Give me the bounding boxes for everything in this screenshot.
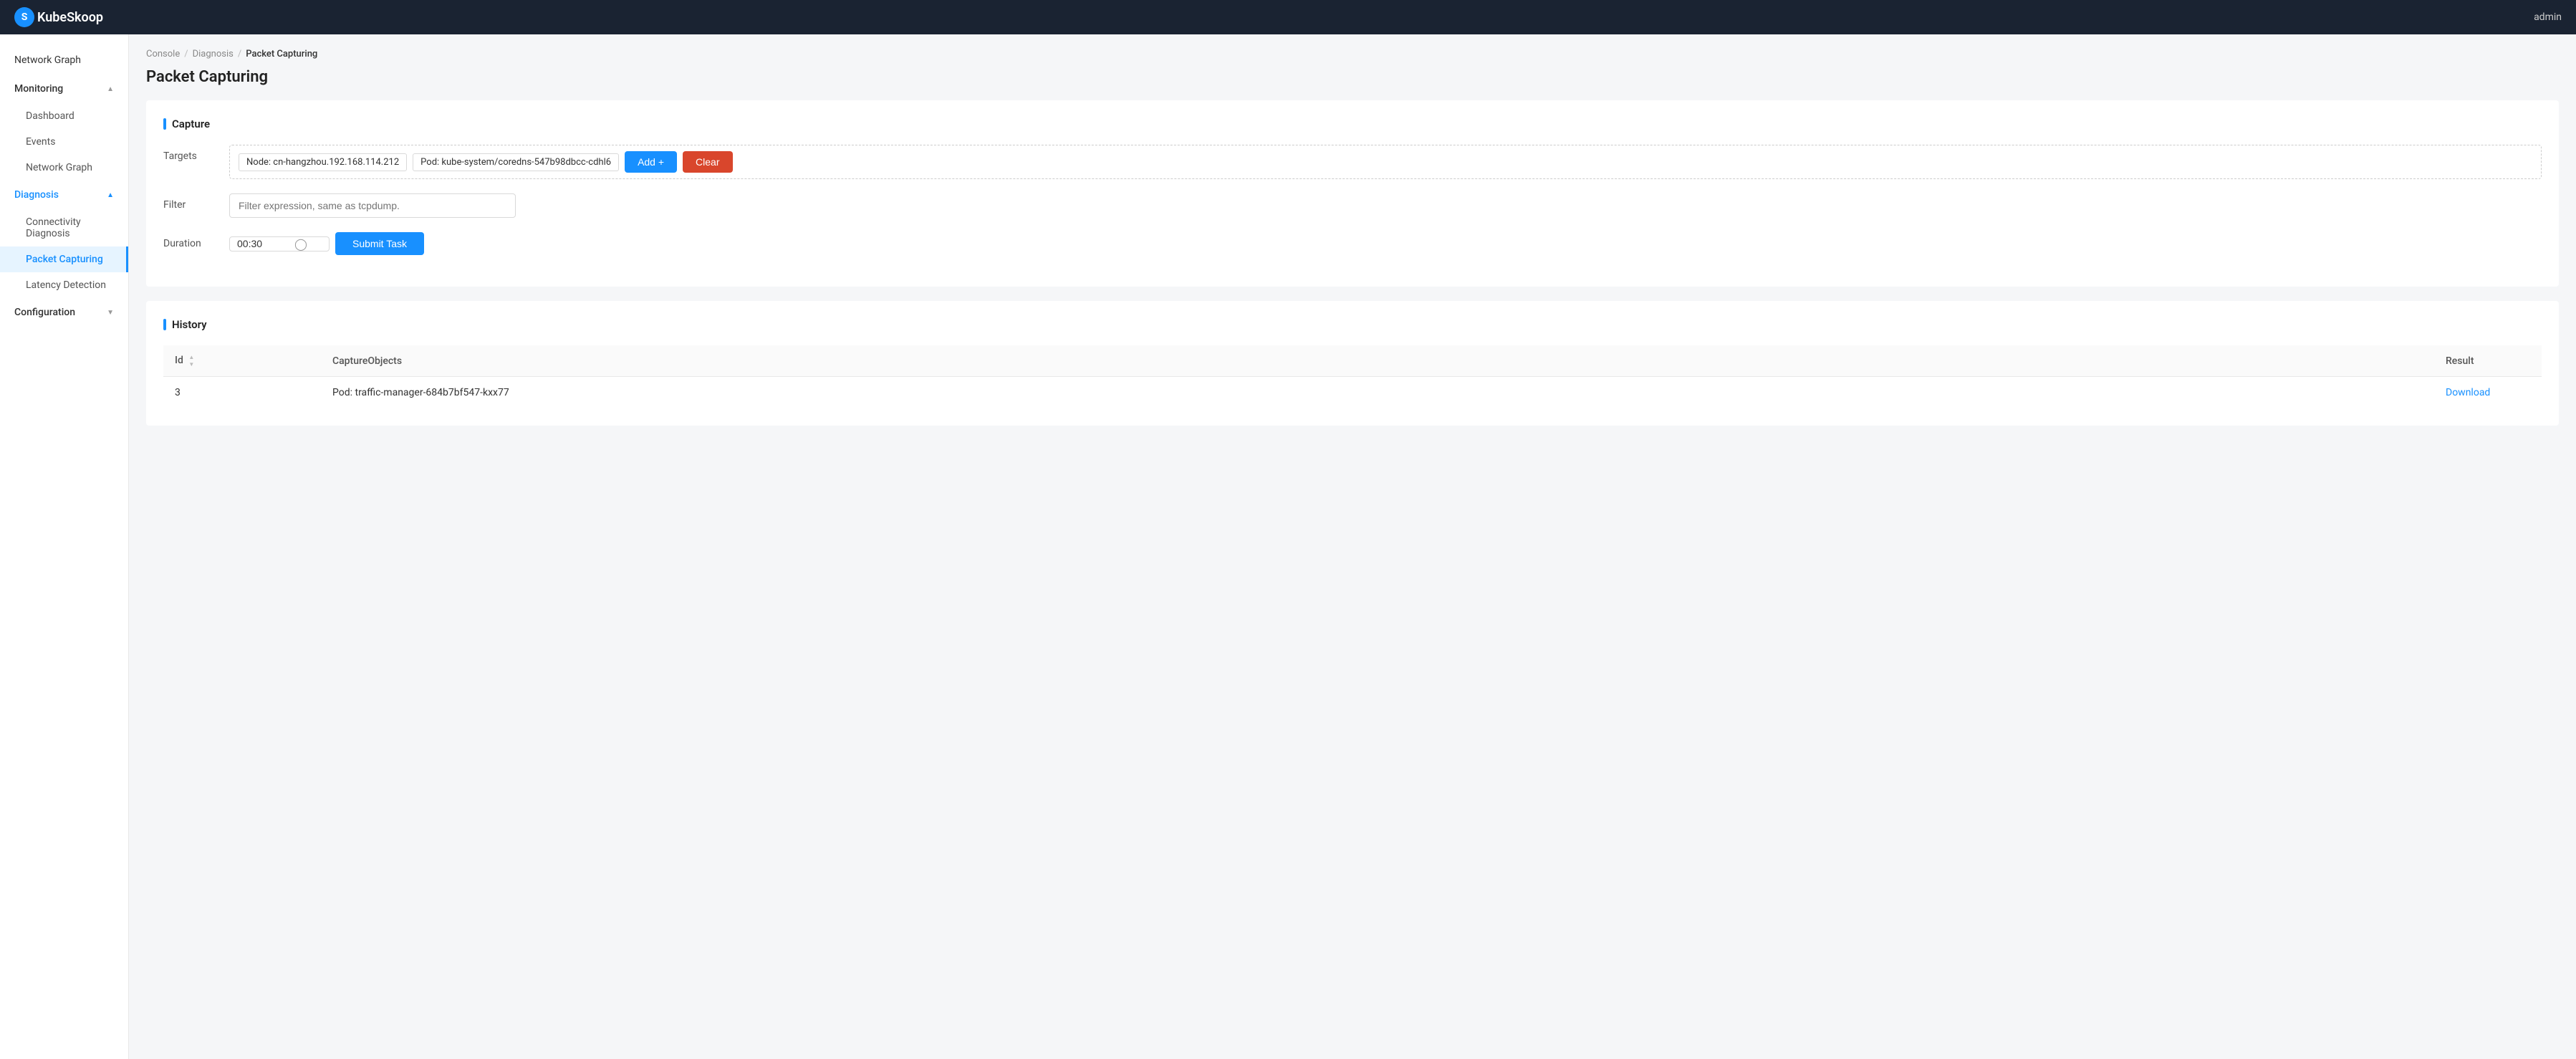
sidebar-item-events[interactable]: Events [0, 129, 128, 155]
target-tag-0: Node: cn-hangzhou.192.168.114.212 [239, 153, 407, 171]
user-label: admin [2534, 11, 2562, 23]
sidebar-label: Latency Detection [26, 279, 106, 291]
page-title: Packet Capturing [146, 68, 2559, 86]
table-row: 3 Pod: traffic-manager-684b7bf547-kxx77 … [163, 377, 2542, 409]
chevron-up-icon [107, 191, 114, 199]
history-card: History Id ▲ ▼ CaptureObjects [146, 301, 2559, 426]
filter-control [229, 193, 2542, 218]
filter-label: Filter [163, 193, 221, 211]
col-capture-objects-label: CaptureObjects [332, 355, 402, 367]
sort-icon-id[interactable]: ▲ ▼ [188, 354, 194, 368]
sidebar-label: Network Graph [26, 162, 92, 173]
target-tag-1: Pod: kube-system/coredns-547b98dbcc-cdhl… [413, 153, 619, 171]
targets-control: Node: cn-hangzhou.192.168.114.212 Pod: k… [229, 145, 2542, 179]
logo-icon: S [14, 7, 34, 27]
breadcrumb-console[interactable]: Console [146, 49, 180, 59]
download-link[interactable]: Download [2446, 387, 2490, 398]
cell-result: Download [2434, 377, 2542, 409]
app-logo: S KubeSkoop [14, 7, 103, 27]
sidebar-item-dashboard[interactable]: Dashboard [0, 103, 128, 129]
breadcrumb-sep-2: / [238, 49, 241, 59]
sidebar-label: Configuration [14, 307, 75, 318]
table-body: 3 Pod: traffic-manager-684b7bf547-kxx77 … [163, 377, 2542, 409]
sidebar-label: Monitoring [14, 83, 63, 95]
app-title: KubeSkoop [37, 10, 103, 25]
sidebar-label: Network Graph [14, 54, 81, 66]
main-content: Console / Diagnosis / Packet Capturing P… [129, 34, 2576, 1059]
chevron-up-icon [107, 85, 114, 93]
targets-row: Targets Node: cn-hangzhou.192.168.114.21… [163, 145, 2542, 179]
sidebar-label: Packet Capturing [26, 254, 103, 265]
submit-task-button[interactable]: Submit Task [335, 232, 424, 255]
sidebar-label: Connectivity Diagnosis [26, 216, 81, 239]
col-capture-objects: CaptureObjects [321, 345, 2434, 377]
sidebar-item-configuration[interactable]: Configuration [0, 298, 128, 327]
cell-capture-objects: Pod: traffic-manager-684b7bf547-kxx77 [321, 377, 2434, 409]
table-header: Id ▲ ▼ CaptureObjects Result [163, 345, 2542, 377]
table-header-row: Id ▲ ▼ CaptureObjects Result [163, 345, 2542, 377]
sidebar-label: Dashboard [26, 110, 75, 122]
duration-input[interactable] [237, 238, 294, 249]
sidebar-item-latency-detection[interactable]: Latency Detection [0, 272, 128, 298]
chevron-down-icon [107, 309, 114, 317]
history-section-title: History [163, 318, 2542, 331]
sidebar-label: Diagnosis [14, 189, 59, 201]
targets-label: Targets [163, 145, 221, 162]
sidebar-item-connectivity-diagnosis[interactable]: Connectivity Diagnosis [0, 209, 128, 246]
cell-id: 3 [163, 377, 321, 409]
breadcrumb: Console / Diagnosis / Packet Capturing [146, 49, 2559, 59]
sidebar-item-diagnosis[interactable]: Diagnosis [0, 181, 128, 209]
sidebar-item-packet-capturing[interactable]: Packet Capturing [0, 246, 128, 272]
breadcrumb-sep-1: / [184, 49, 188, 59]
sidebar-label: Events [26, 136, 55, 148]
filter-row: Filter [163, 193, 2542, 218]
col-id-label: Id [175, 355, 183, 366]
sidebar: Network Graph Monitoring Dashboard Event… [0, 34, 129, 1059]
add-button[interactable]: Add + [625, 151, 677, 173]
top-navigation: S KubeSkoop admin [0, 0, 2576, 34]
col-id: Id ▲ ▼ [163, 345, 321, 377]
sidebar-item-network-graph-sub[interactable]: Network Graph [0, 155, 128, 181]
clear-button[interactable]: Clear [683, 151, 732, 173]
breadcrumb-diagnosis[interactable]: Diagnosis [193, 49, 234, 59]
sidebar-item-network-graph-top[interactable]: Network Graph [0, 46, 128, 75]
filter-input[interactable] [229, 193, 516, 218]
col-result: Result [2434, 345, 2542, 377]
capture-section-title: Capture [163, 118, 2542, 130]
duration-row: Duration ◯ Submit Task [163, 232, 2542, 255]
breadcrumb-current: Packet Capturing [246, 49, 317, 59]
sidebar-item-monitoring[interactable]: Monitoring [0, 75, 128, 103]
capture-card: Capture Targets Node: cn-hangzhou.192.16… [146, 100, 2559, 287]
duration-label: Duration [163, 232, 221, 249]
col-result-label: Result [2446, 355, 2474, 367]
history-table: Id ▲ ▼ CaptureObjects Result [163, 345, 2542, 408]
targets-box: Node: cn-hangzhou.192.168.114.212 Pod: k… [229, 145, 2542, 179]
main-layout: Network Graph Monitoring Dashboard Event… [0, 34, 2576, 1059]
clock-icon: ◯ [294, 237, 307, 251]
duration-control: ◯ Submit Task [229, 232, 2542, 255]
